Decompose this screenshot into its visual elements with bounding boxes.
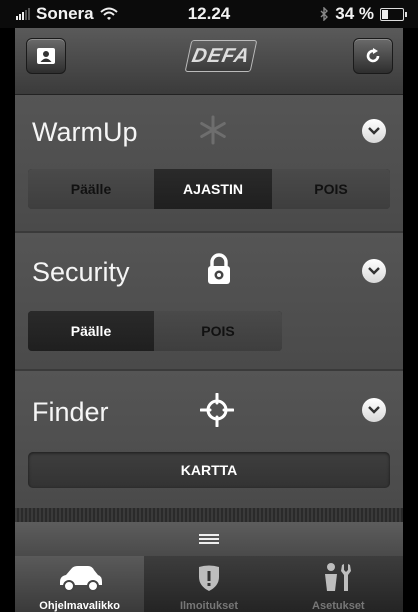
textured-strip	[15, 508, 403, 522]
status-bar: Sonera 12.24 34 %	[0, 0, 418, 28]
tab-bar: Ohjelmavalikko Ilmoitukset Asetukset	[15, 556, 403, 612]
refresh-button[interactable]	[353, 38, 393, 74]
map-button[interactable]: KARTTA	[28, 452, 390, 488]
profile-card-icon	[37, 48, 55, 64]
warmup-mode-selector: Päälle AJASTIN POIS	[28, 169, 390, 209]
tab-label: Ilmoitukset	[179, 600, 239, 612]
warmup-section: WarmUp Päälle AJASTIN POIS	[15, 95, 403, 231]
top-bar: DEFA	[15, 28, 403, 95]
warmup-option-paalle[interactable]: Päälle	[28, 169, 154, 209]
warmup-title: WarmUp	[32, 117, 138, 147]
warmup-option-ajastin[interactable]: AJASTIN	[154, 169, 272, 209]
padlock-icon	[208, 253, 230, 284]
warmup-option-pois[interactable]: POIS	[272, 169, 390, 209]
tab-ohjelmavalikko[interactable]: Ohjelmavalikko	[15, 556, 145, 612]
tab-label: Asetukset	[312, 600, 365, 612]
shield-alert-icon	[198, 565, 219, 591]
snowflake-icon	[200, 115, 226, 145]
refresh-icon	[366, 48, 380, 63]
warmup-expand-button[interactable]	[362, 119, 386, 143]
tab-label: Ohjelmavalikko	[39, 600, 121, 612]
chevron-down-icon	[368, 406, 380, 414]
chevron-down-icon	[368, 127, 380, 135]
finder-section: Finder KARTTA	[15, 371, 403, 508]
chevron-down-icon	[368, 267, 380, 275]
security-option-paalle[interactable]: Päälle	[28, 311, 154, 351]
security-option-pois[interactable]: POIS	[154, 311, 282, 351]
battery-icon	[380, 7, 407, 21]
security-mode-selector: Päälle POIS	[28, 311, 282, 351]
profile-button[interactable]	[26, 38, 66, 74]
menu-handle-icon	[199, 534, 219, 544]
battery-percent: 34 %	[335, 4, 374, 23]
car-icon	[59, 566, 102, 592]
tools-icon	[325, 563, 352, 591]
bluetooth-icon	[320, 7, 329, 21]
tab-ilmoitukset[interactable]: Ilmoitukset	[144, 556, 273, 612]
drawer-handle[interactable]	[15, 522, 403, 556]
crosshair-icon	[200, 393, 234, 427]
finder-expand-button[interactable]	[362, 398, 386, 422]
security-expand-button[interactable]	[362, 259, 386, 283]
defa-logo: DEFA	[184, 40, 258, 72]
security-title: Security	[32, 257, 130, 287]
finder-title: Finder	[32, 397, 109, 427]
security-section: Security Päälle POIS	[15, 233, 403, 369]
tab-asetukset[interactable]: Asetukset	[274, 556, 403, 612]
